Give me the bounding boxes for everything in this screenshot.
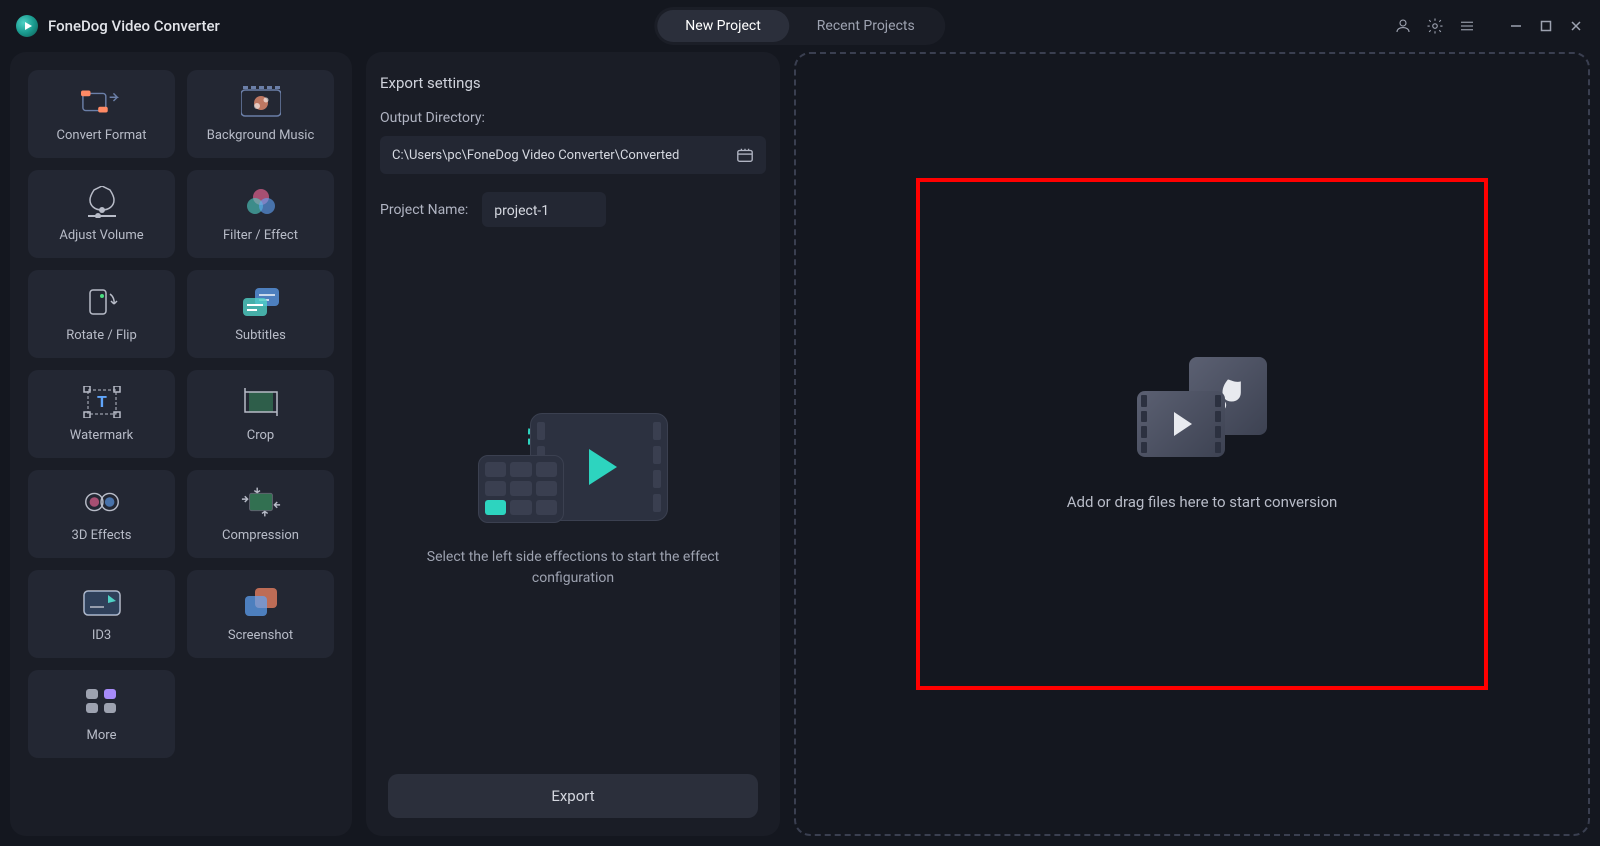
dropzone-text: Add or drag files here to start conversi… — [1067, 493, 1338, 511]
tool-label: Screenshot — [228, 628, 293, 643]
center-body: Select the left side effections to start… — [380, 227, 766, 774]
output-directory-input-row — [380, 136, 766, 174]
tool-label: Subtitles — [235, 328, 286, 343]
dropzone-highlight: Add or drag files here to start conversi… — [916, 178, 1488, 690]
screenshot-icon — [240, 586, 282, 618]
project-name-label: Project Name: — [380, 202, 468, 218]
svg-text:T: T — [97, 392, 107, 411]
tab-recent-projects[interactable]: Recent Projects — [789, 10, 943, 42]
tool-label: Background Music — [207, 128, 315, 143]
filter-effect-icon — [240, 186, 282, 218]
tool-label: ID3 — [92, 628, 111, 643]
project-name-input[interactable] — [494, 203, 594, 219]
export-settings-panel: Export settings Output Directory: Projec… — [366, 52, 780, 836]
tool-rotate-flip[interactable]: Rotate / Flip — [28, 270, 175, 358]
project-name-row: Project Name: — [380, 192, 766, 227]
tool-screenshot[interactable]: Screenshot — [187, 570, 334, 658]
tools-sidebar: Convert Format Background Music Adjust V… — [10, 52, 352, 836]
close-button[interactable] — [1568, 18, 1584, 34]
maximize-button[interactable] — [1538, 18, 1554, 34]
output-directory-label: Output Directory: — [380, 110, 766, 126]
compression-icon — [240, 486, 282, 518]
adjust-volume-icon — [81, 186, 123, 218]
titlebar-tabs: New Project Recent Projects — [654, 7, 945, 45]
tool-label: Filter / Effect — [223, 228, 298, 243]
tool-label: Convert Format — [57, 128, 147, 143]
tool-label: Rotate / Flip — [66, 328, 137, 343]
video-file-icon — [1137, 391, 1225, 457]
watermark-icon: T — [81, 386, 123, 418]
dropzone-panel[interactable]: Add or drag files here to start conversi… — [794, 52, 1590, 836]
tool-more[interactable]: More — [28, 670, 175, 758]
tool-label: Watermark — [70, 428, 133, 443]
tool-compression[interactable]: Compression — [187, 470, 334, 558]
titlebar: FoneDog Video Converter New Project Rece… — [0, 0, 1600, 52]
tool-label: 3D Effects — [72, 528, 132, 543]
project-name-input-wrapper — [482, 192, 606, 227]
titlebar-right — [1394, 17, 1584, 35]
export-button[interactable]: Export — [388, 774, 758, 818]
dropzone-illustration — [1137, 357, 1267, 457]
main-area: Convert Format Background Music Adjust V… — [0, 52, 1600, 846]
titlebar-left: FoneDog Video Converter — [16, 15, 220, 37]
tool-crop[interactable]: Crop — [187, 370, 334, 458]
output-directory-input[interactable] — [392, 148, 728, 163]
menu-icon[interactable] — [1458, 17, 1476, 35]
effect-illustration — [478, 413, 668, 523]
tool-convert-format[interactable]: Convert Format — [28, 70, 175, 158]
background-music-icon — [240, 86, 282, 118]
tool-filter-effect[interactable]: Filter / Effect — [187, 170, 334, 258]
3d-effects-icon — [81, 486, 123, 518]
convert-format-icon — [81, 86, 123, 118]
tool-3d-effects[interactable]: 3D Effects — [28, 470, 175, 558]
app-title: FoneDog Video Converter — [48, 17, 220, 35]
id3-icon — [81, 586, 123, 618]
window-controls — [1508, 18, 1584, 34]
browse-folder-icon[interactable] — [736, 146, 754, 164]
tool-label: Crop — [247, 428, 274, 443]
tool-label: Compression — [222, 528, 299, 543]
tool-label: Adjust Volume — [59, 228, 143, 243]
minimize-button[interactable] — [1508, 18, 1524, 34]
tool-id3[interactable]: ID3 — [28, 570, 175, 658]
account-icon[interactable] — [1394, 17, 1412, 35]
settings-icon[interactable] — [1426, 17, 1444, 35]
export-settings-title: Export settings — [380, 74, 766, 92]
tool-background-music[interactable]: Background Music — [187, 70, 334, 158]
crop-icon — [240, 386, 282, 418]
rotate-flip-icon — [81, 286, 123, 318]
center-hint: Select the left side effections to start… — [423, 547, 723, 589]
subtitles-icon — [240, 286, 282, 318]
tool-subtitles[interactable]: Subtitles — [187, 270, 334, 358]
tool-watermark[interactable]: T Watermark — [28, 370, 175, 458]
tool-grid: Convert Format Background Music Adjust V… — [28, 70, 334, 758]
more-icon — [81, 686, 123, 718]
tool-label: More — [87, 728, 117, 743]
tab-new-project[interactable]: New Project — [657, 10, 789, 42]
app-logo-icon — [16, 15, 38, 37]
tool-adjust-volume[interactable]: Adjust Volume — [28, 170, 175, 258]
